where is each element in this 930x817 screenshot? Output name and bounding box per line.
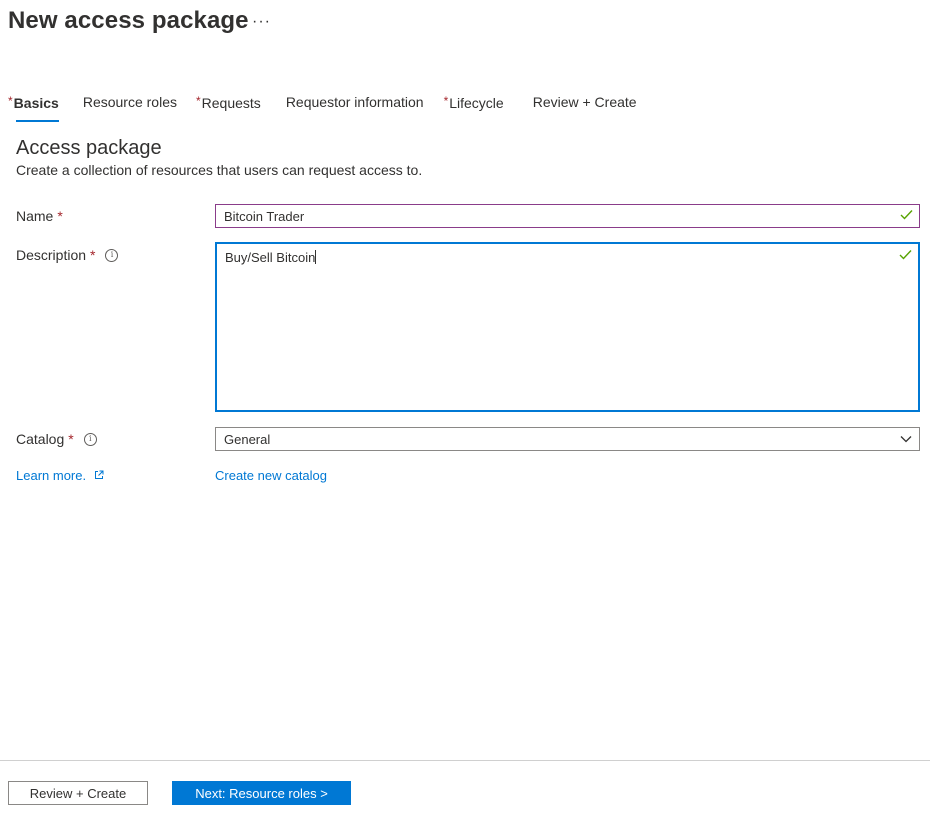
- info-icon[interactable]: i: [83, 432, 97, 446]
- tab-resource-roles[interactable]: Resource roles: [83, 94, 177, 116]
- name-label: Name *: [16, 208, 63, 224]
- tab-label: Resource roles: [82, 94, 177, 110]
- name-input-value: Bitcoin Trader: [224, 209, 305, 224]
- info-icon[interactable]: i: [105, 248, 119, 262]
- tab-label: Basics: [13, 95, 59, 111]
- review-create-button[interactable]: Review + Create: [8, 781, 148, 805]
- tab-review-create[interactable]: Review + Create: [533, 94, 637, 116]
- tab-label: Requestor information: [285, 94, 424, 110]
- checkmark-icon: [899, 248, 912, 263]
- required-marker: *: [90, 247, 96, 263]
- learn-more-link[interactable]: Learn more.: [16, 468, 104, 483]
- footer-divider: [0, 760, 930, 761]
- required-marker: *: [57, 208, 63, 224]
- learn-more-text: Learn more.: [16, 468, 87, 483]
- chevron-down-icon: [900, 436, 912, 443]
- catalog-selected-value: General: [224, 432, 271, 447]
- description-textarea[interactable]: Buy/Sell Bitcoin: [215, 242, 920, 412]
- external-link-icon: [94, 470, 104, 479]
- tab-label: Review + Create: [532, 94, 637, 110]
- page: New access package ··· *Basics Resource …: [0, 0, 930, 817]
- create-new-catalog-link[interactable]: Create new catalog: [215, 468, 327, 483]
- tab-label: Requests: [201, 95, 261, 111]
- tab-label: Lifecycle: [449, 95, 504, 111]
- text-caret: [315, 250, 317, 264]
- required-marker: *: [195, 94, 201, 108]
- catalog-label-text: Catalog: [16, 431, 65, 447]
- required-marker: *: [443, 94, 449, 108]
- page-title: New access package: [8, 7, 249, 34]
- tab-requestor-information[interactable]: Requestor information: [286, 94, 424, 116]
- required-marker: *: [68, 431, 74, 447]
- description-label-text: Description: [16, 247, 87, 263]
- tab-bar: *Basics Resource roles *Requests Request…: [8, 94, 637, 122]
- section-description: Create a collection of resources that us…: [16, 162, 423, 178]
- tab-basics[interactable]: *Basics: [8, 94, 59, 122]
- name-input[interactable]: Bitcoin Trader: [215, 204, 920, 228]
- more-options-button[interactable]: ···: [252, 12, 271, 32]
- tab-lifecycle[interactable]: *Lifecycle: [444, 94, 504, 117]
- name-label-text: Name: [16, 208, 54, 224]
- description-value: Buy/Sell Bitcoin: [225, 250, 316, 265]
- next-resource-roles-button[interactable]: Next: Resource roles >: [172, 781, 351, 805]
- section-title: Access package: [16, 137, 162, 159]
- required-marker: *: [8, 94, 13, 108]
- catalog-label: Catalog * i: [16, 431, 97, 447]
- description-label: Description * i: [16, 247, 119, 263]
- tab-requests[interactable]: *Requests: [196, 94, 261, 117]
- catalog-dropdown[interactable]: General: [215, 427, 920, 451]
- checkmark-icon: [900, 208, 913, 223]
